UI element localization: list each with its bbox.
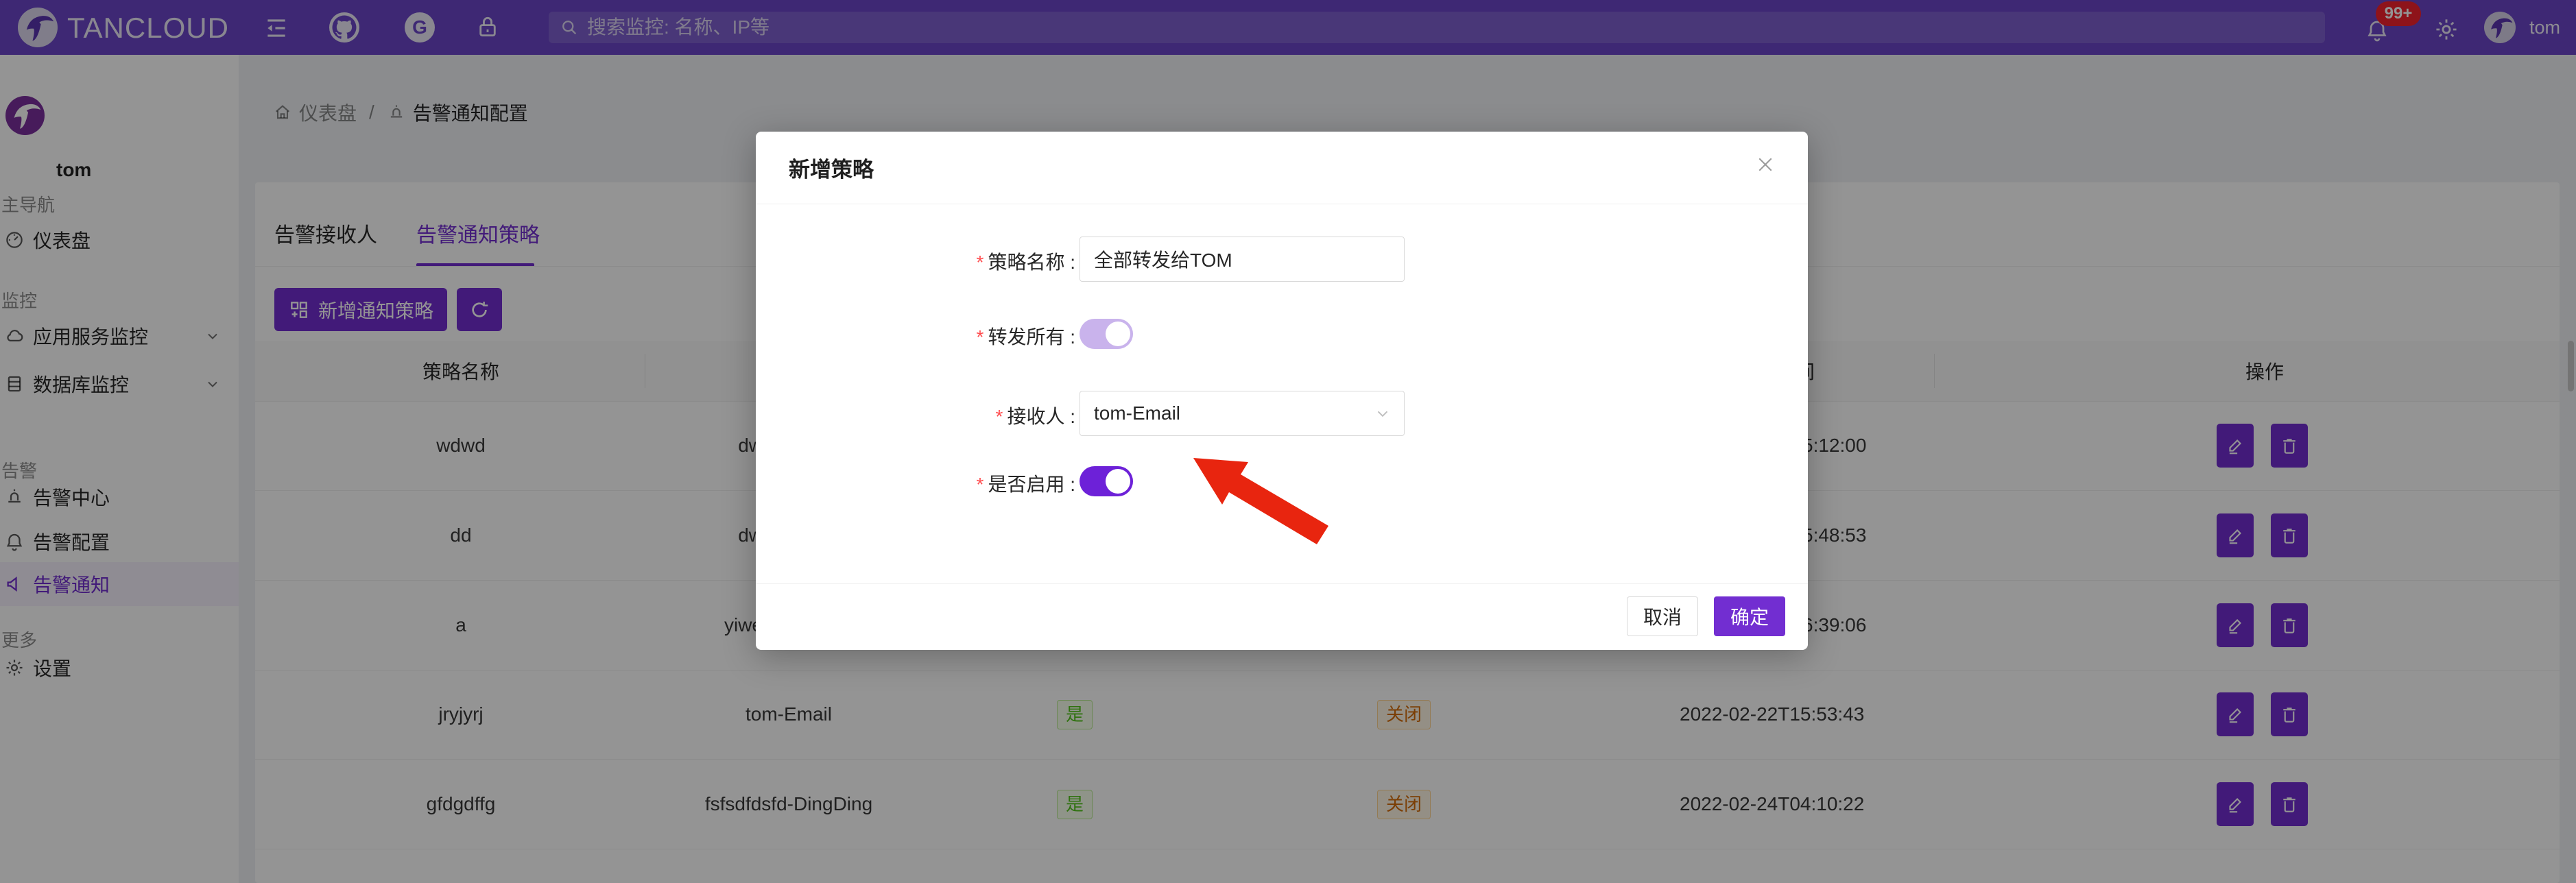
required-asterisk: * [977, 326, 984, 348]
ok-button[interactable]: 确定 [1714, 596, 1785, 636]
enable-toggle[interactable] [1080, 466, 1133, 496]
required-asterisk: * [977, 474, 984, 495]
policy-name-input[interactable] [1080, 237, 1405, 282]
toggle-knob [1106, 322, 1130, 346]
field-label: *转发所有 : [783, 322, 1075, 350]
annotation-arrow [1188, 454, 1335, 550]
field-label: *是否启用 : [783, 470, 1075, 497]
required-asterisk: * [996, 406, 1003, 427]
modal-title: 新增策略 [789, 152, 874, 183]
app-root: TANCLOUD G 99+ [0, 0, 2576, 883]
modal-footer-divider [756, 583, 1808, 584]
chevron-down-icon [1374, 404, 1392, 422]
forward-all-toggle[interactable] [1080, 319, 1133, 349]
field-label: *接收人 : [783, 402, 1075, 429]
close-icon[interactable] [1750, 149, 1780, 180]
toggle-knob [1106, 469, 1130, 494]
cancel-button[interactable]: 取消 [1627, 596, 1698, 636]
receiver-select[interactable]: tom-Email [1080, 391, 1405, 436]
field-label: *策略名称 : [783, 247, 1075, 275]
select-value: tom-Email [1094, 402, 1180, 424]
required-asterisk: * [977, 252, 984, 273]
add-policy-modal: 新增策略 *策略名称 : *转发所有 : *接收人 : tom-Email *是否启用 … [756, 132, 1808, 650]
